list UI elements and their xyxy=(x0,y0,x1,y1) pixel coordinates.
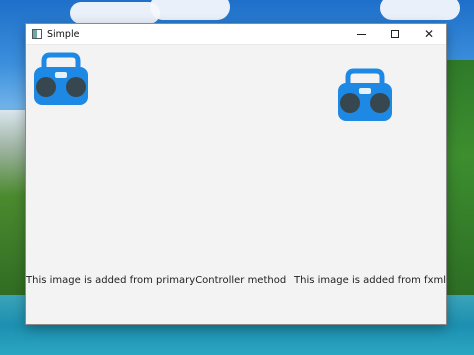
close-button[interactable]: ✕ xyxy=(412,24,446,44)
maximize-button[interactable] xyxy=(378,24,412,44)
minimize-icon xyxy=(356,33,366,35)
close-icon: ✕ xyxy=(423,27,435,41)
maximize-icon xyxy=(391,30,399,38)
title-bar[interactable]: Simple ✕ xyxy=(26,24,446,45)
app-window: Simple ✕ This image is added from primar… xyxy=(26,24,446,324)
window-title: Simple xyxy=(47,28,80,40)
window-content: This image is added from primaryControll… xyxy=(26,45,446,325)
minimize-button[interactable] xyxy=(344,24,378,44)
boombox-icon xyxy=(338,68,392,121)
left-image-caption: This image is added from primaryControll… xyxy=(26,275,287,286)
app-icon xyxy=(32,29,42,39)
boombox-icon xyxy=(34,52,88,105)
right-image-caption: This image is added from fxml xyxy=(294,275,447,286)
